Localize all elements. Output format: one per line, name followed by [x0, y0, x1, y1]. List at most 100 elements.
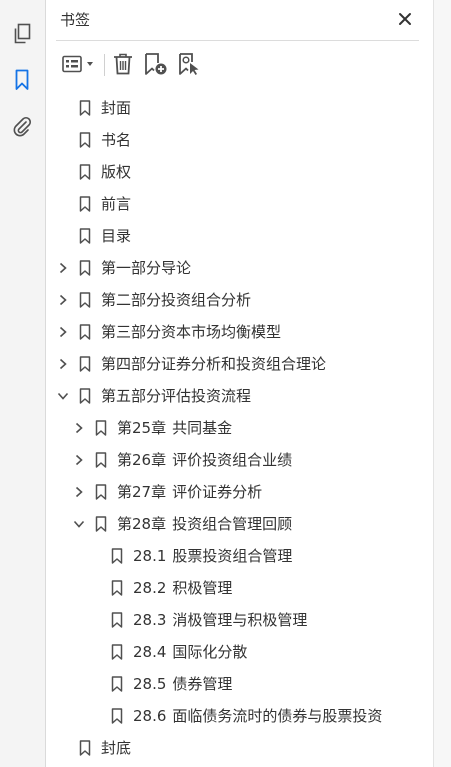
bookmark-item[interactable]: 第27章 评价证券分析: [46, 476, 433, 508]
bookmark-title: 书名: [101, 131, 132, 149]
bookmark-title: 评价投资组合业绩: [172, 451, 293, 469]
bookmark-item[interactable]: 第四部分证券分析和投资组合理论: [46, 348, 433, 380]
bookmarks-panel: 书签 封面 书名 版权 前言 目录 第一部分导论 第二部分投资组合分析 第三部分…: [46, 0, 433, 767]
bookmark-icon: [79, 164, 91, 180]
bookmark-item[interactable]: 第二部分投资组合分析: [46, 284, 433, 316]
bookmark-icon: [111, 676, 123, 692]
bookmark-icon: [95, 452, 107, 468]
chevron-down-icon[interactable]: [56, 389, 70, 403]
bookmark-label: 第28章 投资组合管理回顾: [117, 508, 292, 540]
chevron-right-icon[interactable]: [72, 485, 86, 499]
bookmark-item[interactable]: 第25章 共同基金: [46, 412, 433, 444]
delete-bookmark-button[interactable]: [110, 50, 136, 78]
bookmark-title: 投资组合管理回顾: [172, 515, 293, 533]
bookmark-title: 国际化分散: [172, 643, 248, 661]
bookmark-title: 第四部分证券分析和投资组合理论: [101, 355, 327, 373]
bookmark-item[interactable]: 28.5 债券管理: [46, 668, 433, 700]
pages-icon[interactable]: [8, 20, 36, 48]
bookmark-item[interactable]: 书名: [46, 124, 433, 156]
bookmark-icon: [111, 708, 123, 724]
options-menu-icon: [62, 55, 93, 73]
bookmark-icon: [79, 388, 91, 404]
panel-title: 书签: [60, 11, 91, 29]
bookmark-label: 目录: [101, 220, 131, 252]
bookmark-number: 28.5: [133, 675, 167, 693]
bookmark-title: 第三部分资本市场均衡模型: [101, 323, 282, 341]
bookmark-item[interactable]: 目录: [46, 220, 433, 252]
new-bookmark-from-structure-button[interactable]: [176, 50, 204, 78]
bookmark-icon: [79, 324, 91, 340]
chevron-right-icon[interactable]: [72, 421, 86, 435]
bookmarks-toolbar: [58, 50, 418, 78]
bookmark-title: 封面: [101, 99, 132, 117]
bookmark-number: 28.3: [133, 611, 167, 629]
bookmark-label: 封面: [101, 92, 131, 124]
bookmark-item[interactable]: 版权: [46, 156, 433, 188]
bookmark-item[interactable]: 封面: [46, 92, 433, 124]
bookmark-label: 28.2 积极管理: [133, 572, 232, 604]
bookmark-item[interactable]: 封底: [46, 732, 433, 764]
new-bookmark-from-structure-icon: [179, 53, 199, 75]
chevron-down-icon[interactable]: [72, 517, 86, 531]
options-menu-button[interactable]: [60, 50, 98, 78]
bookmark-label: 第二部分投资组合分析: [101, 284, 251, 316]
navigation-rail: [0, 0, 46, 767]
bookmark-title: 前言: [101, 195, 132, 213]
title-divider: [56, 40, 419, 41]
bookmark-item[interactable]: 28.2 积极管理: [46, 572, 433, 604]
bookmark-label: 28.5 债券管理: [133, 668, 232, 700]
bookmark-label: 第三部分资本市场均衡模型: [101, 316, 281, 348]
scrollbar[interactable]: [433, 0, 451, 767]
bookmark-label: 前言: [101, 188, 131, 220]
bookmark-icon: [95, 516, 107, 532]
bookmark-icon: [79, 132, 91, 148]
chevron-right-icon[interactable]: [56, 325, 70, 339]
bookmark-title: 共同基金: [172, 419, 233, 437]
bookmark-icon[interactable]: [8, 66, 36, 94]
bookmark-item[interactable]: 28.1 股票投资组合管理: [46, 540, 433, 572]
bookmark-title: 评价证券分析: [172, 483, 263, 501]
bookmark-title: 消极管理与积极管理: [172, 611, 308, 629]
bookmark-title: 债券管理: [172, 675, 233, 693]
bookmark-item[interactable]: 第一部分导论: [46, 252, 433, 284]
bookmark-icon: [111, 612, 123, 628]
bookmark-item[interactable]: 第三部分资本市场均衡模型: [46, 316, 433, 348]
bookmark-item[interactable]: 前言: [46, 188, 433, 220]
bookmark-label: 第27章 评价证券分析: [117, 476, 262, 508]
bookmark-item[interactable]: 第26章 评价投资组合业绩: [46, 444, 433, 476]
bookmark-title: 股票投资组合管理: [172, 547, 293, 565]
bookmark-icon: [79, 292, 91, 308]
bookmark-number: 28.6: [133, 707, 167, 725]
bookmark-icon: [79, 260, 91, 276]
bookmark-icon: [79, 228, 91, 244]
bookmark-item[interactable]: 第五部分评估投资流程: [46, 380, 433, 412]
bookmark-item[interactable]: 28.3 消极管理与积极管理: [46, 604, 433, 636]
bookmark-icon: [95, 420, 107, 436]
bookmark-item[interactable]: 第28章 投资组合管理回顾: [46, 508, 433, 540]
bookmark-title: 积极管理: [172, 579, 233, 597]
bookmark-label: 28.3 消极管理与积极管理: [133, 604, 307, 636]
bookmark-title: 第一部分导论: [101, 259, 192, 277]
new-bookmark-button[interactable]: [142, 50, 170, 78]
bookmark-icon: [111, 644, 123, 660]
bookmark-title: 第五部分评估投资流程: [101, 387, 252, 405]
bookmark-title: 版权: [101, 163, 132, 181]
bookmark-item[interactable]: 28.4 国际化分散: [46, 636, 433, 668]
bookmark-item[interactable]: 28.6 面临债务流时的债券与股票投资: [46, 700, 433, 732]
bookmark-icon: [111, 548, 123, 564]
bookmark-label: 第一部分导论: [101, 252, 191, 284]
chevron-right-icon[interactable]: [56, 293, 70, 307]
chevron-right-icon[interactable]: [56, 357, 70, 371]
bookmark-icon: [79, 100, 91, 116]
attachment-icon[interactable]: [8, 112, 36, 140]
chevron-right-icon[interactable]: [56, 261, 70, 275]
bookmark-icon: [79, 740, 91, 756]
bookmark-icon: [111, 580, 123, 596]
bookmark-icon: [79, 356, 91, 372]
bookmark-number: 28.2: [133, 579, 167, 597]
bookmark-number: 第27章: [117, 483, 167, 501]
chevron-right-icon[interactable]: [72, 453, 86, 467]
bookmark-label: 第四部分证券分析和投资组合理论: [101, 348, 326, 380]
close-icon[interactable]: [396, 10, 414, 28]
bookmark-label: 第25章 共同基金: [117, 412, 232, 444]
